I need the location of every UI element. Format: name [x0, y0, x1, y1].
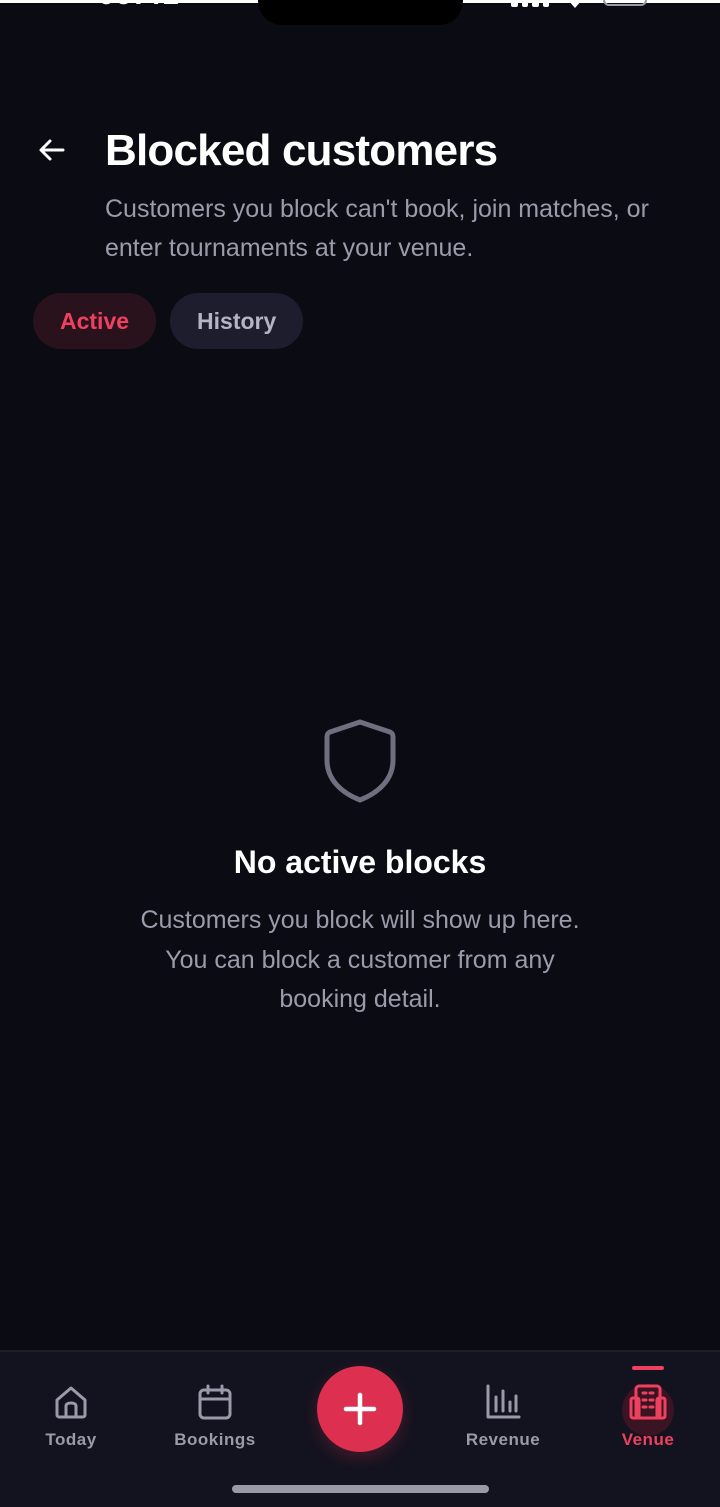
calendar-icon — [195, 1382, 235, 1422]
status-time: 09:41 — [98, 0, 180, 12]
tab-active[interactable]: Active — [33, 293, 157, 349]
plus-icon — [343, 1392, 377, 1426]
nav-label-revenue: Revenue — [465, 1430, 541, 1449]
back-button[interactable] — [30, 128, 74, 172]
empty-state-description: Customers you block will show up here. Y… — [140, 906, 580, 1013]
tab-history[interactable]: History — [170, 293, 304, 349]
empty-state: No active blocks Customers you block wil… — [0, 718, 720, 1020]
page-subtitle: Customers you block can't book, join mat… — [105, 195, 649, 262]
empty-state-title: No active blocks — [233, 844, 487, 880]
nav-item-revenue[interactable]: Revenue — [443, 1382, 563, 1450]
nav-label-today: Today — [45, 1430, 97, 1449]
dynamic-island — [258, 0, 463, 25]
battery-icon — [603, 0, 647, 6]
shield-icon — [324, 719, 396, 803]
filter-tabs: Active History — [33, 293, 304, 349]
nav-label-venue: Venue — [621, 1430, 675, 1449]
building-icon — [628, 1382, 668, 1422]
wifi-icon — [568, 0, 582, 8]
home-indicator[interactable] — [232, 1485, 489, 1493]
active-tab-indicator — [632, 1366, 664, 1370]
arrow-left-icon — [39, 139, 65, 161]
page-title: Blocked customers — [105, 126, 498, 175]
nav-item-today[interactable]: Today — [11, 1382, 131, 1450]
signal-icon — [511, 0, 549, 8]
nav-item-venue[interactable]: Venue — [588, 1382, 708, 1450]
bar-chart-icon — [483, 1382, 523, 1422]
nav-label-bookings: Bookings — [174, 1430, 256, 1449]
status-bar: 09:41 — [0, 0, 720, 30]
add-button[interactable] — [317, 1366, 403, 1452]
bottom-navigation: Today Bookings Revenue Venue — [0, 1350, 720, 1507]
nav-item-bookings[interactable]: Bookings — [155, 1382, 275, 1450]
home-icon — [51, 1382, 91, 1422]
